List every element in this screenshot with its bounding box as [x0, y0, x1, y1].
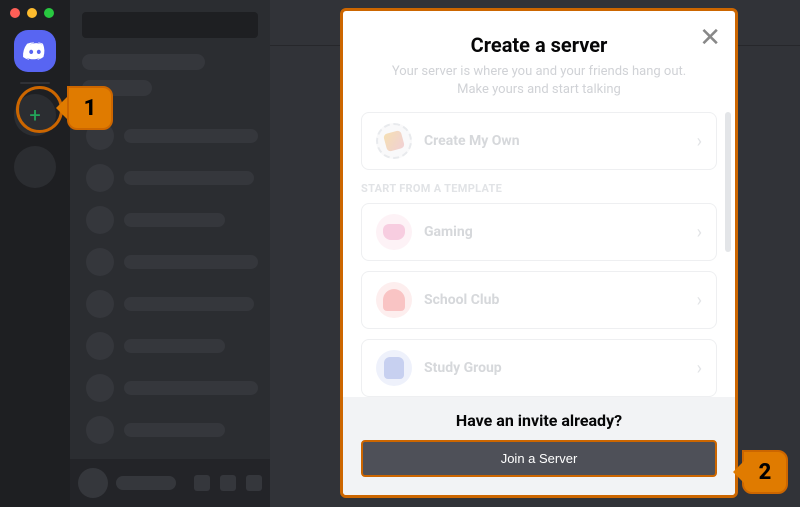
modal-title: Create a server — [363, 33, 715, 57]
chevron-right-icon: › — [697, 222, 702, 243]
modal-overlay: ✕ Create a server Your server is where y… — [0, 0, 800, 507]
template-gaming-option[interactable]: Gaming › — [361, 203, 717, 261]
callout-badge-2: 2 — [742, 450, 788, 494]
window-traffic-lights — [10, 8, 54, 18]
maximize-window-icon[interactable] — [44, 8, 54, 18]
template-study-group-option[interactable]: Study Group › — [361, 339, 717, 397]
template-section-header: START FROM A TEMPLATE — [361, 182, 717, 195]
modal-subtitle: Your server is where you and your friend… — [363, 63, 715, 98]
join-server-button[interactable]: Join a Server — [361, 440, 717, 477]
callout-badge-1: 1 — [67, 86, 113, 130]
chevron-right-icon: › — [697, 131, 702, 152]
modal-header: Create a server Your server is where you… — [343, 11, 735, 104]
scrollbar[interactable] — [725, 112, 731, 252]
study-group-icon — [376, 350, 412, 386]
create-server-modal: ✕ Create a server Your server is where y… — [340, 8, 738, 498]
close-window-icon[interactable] — [10, 8, 20, 18]
option-label: Gaming — [424, 224, 685, 240]
template-school-club-option[interactable]: School Club › — [361, 271, 717, 329]
option-label: Create My Own — [424, 133, 685, 149]
chevron-right-icon: › — [697, 290, 702, 311]
option-label: School Club — [424, 292, 685, 308]
create-own-icon — [376, 123, 412, 159]
modal-body: Create My Own › START FROM A TEMPLATE Ga… — [343, 104, 735, 397]
create-my-own-option[interactable]: Create My Own › — [361, 112, 717, 170]
chevron-right-icon: › — [697, 358, 702, 379]
option-label: Study Group — [424, 360, 685, 376]
school-club-icon — [376, 282, 412, 318]
minimize-window-icon[interactable] — [27, 8, 37, 18]
modal-footer: Have an invite already? Join a Server — [343, 397, 735, 495]
invite-prompt: Have an invite already? — [361, 411, 717, 430]
gaming-icon — [376, 214, 412, 250]
close-modal-button[interactable]: ✕ — [699, 25, 721, 51]
